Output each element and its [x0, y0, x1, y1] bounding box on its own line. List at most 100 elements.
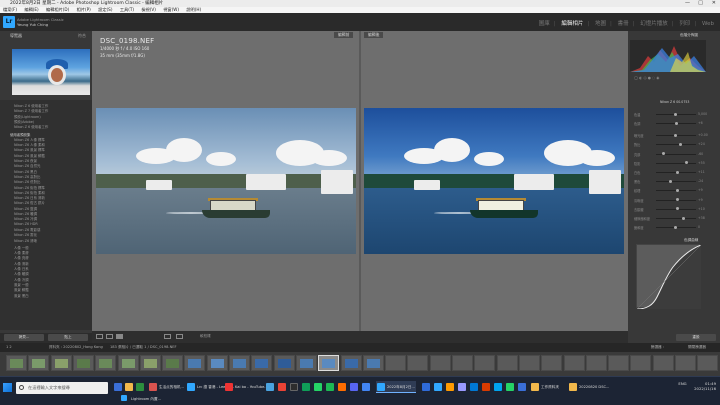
slider-track[interactable] — [656, 162, 696, 164]
menu-view[interactable]: 檢視(V) — [141, 7, 156, 12]
maximize-icon[interactable]: □ — [698, 0, 703, 7]
preset-item[interactable]: 風景 一般 — [14, 282, 29, 287]
preset-item[interactable]: Nikon Z6 藍調 — [14, 206, 37, 211]
slider-value[interactable]: +0.00 — [698, 133, 708, 137]
menu-window[interactable]: 視窗(W) — [163, 7, 179, 12]
filmstrip-thumbnail[interactable] — [608, 355, 630, 371]
soft-proof-label[interactable]: 軟校樣 — [200, 334, 211, 339]
slider-knob[interactable] — [669, 179, 673, 183]
app-icon[interactable] — [506, 383, 514, 391]
app-icon[interactable] — [362, 383, 370, 391]
slider-value[interactable]: +55 — [698, 161, 705, 165]
slider-knob[interactable] — [675, 198, 679, 202]
navigator-preview[interactable] — [12, 49, 90, 95]
preset-item[interactable]: 人像 一般 — [14, 245, 29, 250]
compare-mode-icon[interactable] — [116, 334, 123, 339]
illustrator-icon[interactable] — [446, 383, 454, 391]
preset-group-header[interactable]: 使用者預設集 — [10, 132, 30, 137]
app-icon[interactable] — [422, 383, 430, 391]
slider-value[interactable]: 5,000 — [698, 112, 707, 116]
preset-item[interactable]: 人像 柔膚 — [14, 250, 29, 255]
menu-photo[interactable]: 相片(P) — [77, 7, 91, 12]
preset-item[interactable]: Nikon Z6 人像 標準 — [14, 137, 45, 142]
preset-item[interactable]: Nikon Z6 黑白 — [14, 169, 37, 174]
slider-knob[interactable] — [676, 207, 679, 211]
slider-row[interactable]: 白色 +11 — [634, 170, 708, 175]
clock-date[interactable]: 2022/11/16 — [694, 386, 716, 391]
menu-edit[interactable]: 編輯(E) — [24, 7, 38, 12]
filmstrip-thumbnail[interactable] — [117, 355, 139, 371]
menu-tools[interactable]: 工具(T) — [120, 7, 134, 12]
preset-item[interactable]: Nikon Z6 電影感 — [14, 227, 40, 232]
slider-row[interactable]: 細節飽和度 +38 — [634, 216, 708, 221]
menu-develop[interactable]: 編輯相片(D) — [46, 7, 69, 12]
loupe-view-icon[interactable] — [96, 334, 103, 339]
filmstrip-thumbnail[interactable] — [251, 355, 273, 371]
filmstrip-thumbnail[interactable] — [340, 355, 362, 371]
filter-value[interactable]: 關閉篩選器 — [688, 343, 706, 352]
slider-value[interactable]: +10 — [698, 207, 705, 211]
preset-item[interactable]: Nikon Z 6 使用者工作 — [14, 103, 48, 108]
filmstrip-thumbnail[interactable] — [162, 355, 184, 371]
filmstrip-thumbnail[interactable] — [563, 355, 585, 371]
slider-knob[interactable] — [678, 142, 682, 146]
preset-item[interactable]: 預設(Lightroom) — [14, 114, 41, 119]
module-library[interactable]: 圖庫 — [539, 21, 550, 27]
preset-item[interactable]: Nikon Z6 復古 膠片 — [14, 200, 45, 205]
app-icon[interactable] — [470, 383, 478, 391]
filmstrip-thumbnail[interactable] — [28, 355, 50, 371]
menu-settings[interactable]: 設定(S) — [98, 7, 112, 12]
after-photo[interactable] — [364, 108, 624, 254]
app-icon[interactable] — [350, 383, 358, 391]
navigator-fit[interactable]: 符合 — [78, 33, 86, 39]
slider-value[interactable]: +9 — [698, 198, 703, 202]
taskbar-app-2[interactable]: Lrc 讀 香港 - Lee Lo... — [186, 381, 234, 393]
filmstrip-thumbnail[interactable] — [385, 355, 407, 371]
slider-knob[interactable] — [674, 225, 677, 229]
preset-item[interactable]: Nikon Z 6 使用者工作 — [14, 124, 48, 129]
copy-button[interactable]: 拷貝... — [4, 334, 44, 341]
filmstrip-thumbnail[interactable] — [407, 355, 429, 371]
preset-item[interactable]: Nikon Z6 日系 清新 — [14, 195, 45, 200]
windows-start-icon[interactable] — [3, 383, 12, 392]
preset-item[interactable]: Nikon Z6 高對比 — [14, 174, 40, 179]
preset-item[interactable]: Nikon Z6 冷調 — [14, 216, 37, 221]
taskbar-app-folder-2[interactable]: 20220820 DSC... — [568, 381, 609, 393]
preset-item[interactable]: Nikon Z6 暖調 — [14, 211, 37, 216]
slider-track[interactable] — [656, 181, 696, 183]
minimize-icon[interactable]: — — [685, 0, 690, 7]
preset-item[interactable]: Nikon Z6 街拍 標準 — [14, 185, 45, 190]
navigator-header[interactable]: 導覽器 符合 — [0, 33, 92, 39]
module-develop[interactable]: 編輯相片 — [561, 21, 583, 27]
preset-item[interactable]: Nikon Z6 風景 鮮豔 — [14, 153, 45, 158]
preset-item[interactable]: 風景 鮮豔 — [14, 287, 29, 292]
preset-item[interactable]: 人像 日系 — [14, 266, 29, 271]
slider-row[interactable]: 紋理 +9 — [634, 188, 708, 193]
tone-curve-title[interactable]: 色調曲線 — [684, 238, 698, 243]
preset-item[interactable]: Nikon Z6 HDR — [14, 222, 38, 226]
slider-value[interactable]: +11 — [698, 170, 705, 174]
slider-knob[interactable] — [675, 121, 679, 125]
filmstrip-thumbnail[interactable] — [585, 355, 607, 371]
filmstrip-thumbnail[interactable] — [518, 355, 540, 371]
tone-curve-graph[interactable] — [636, 244, 702, 310]
filmstrip-thumbnail[interactable] — [6, 355, 27, 371]
preset-item[interactable]: Nikon Z6 人像 柔和 — [14, 142, 45, 147]
preset-item[interactable]: Nikon Z6 街拍 柔和 — [14, 190, 45, 195]
photoshop-icon[interactable] — [434, 383, 442, 391]
preset-item[interactable]: Nikon Z6 自然光 — [14, 163, 40, 168]
slider-row[interactable]: 黑色 -24 — [634, 179, 708, 184]
reset-button[interactable]: 重設 — [676, 334, 716, 341]
taskbar-app-lr-plugin[interactable]: Lightroom 內置... — [120, 393, 170, 405]
close-icon[interactable]: ✕ — [712, 0, 716, 7]
taskbar-app-1[interactable]: 生活点的相机... — [148, 381, 184, 393]
slider-row[interactable]: 色調 +6 — [634, 121, 708, 126]
module-map[interactable]: 地圖 — [595, 21, 606, 27]
before-after-icon[interactable] — [106, 334, 113, 339]
filmstrip-nav[interactable]: 1 2 — [6, 345, 12, 349]
slider-track[interactable] — [656, 218, 696, 219]
filmstrip-thumbnail[interactable] — [273, 355, 295, 371]
language-indicator[interactable]: ENG — [678, 381, 686, 386]
whatsapp-icon[interactable] — [314, 383, 322, 391]
filmstrip-thumbnail[interactable] — [139, 355, 161, 371]
